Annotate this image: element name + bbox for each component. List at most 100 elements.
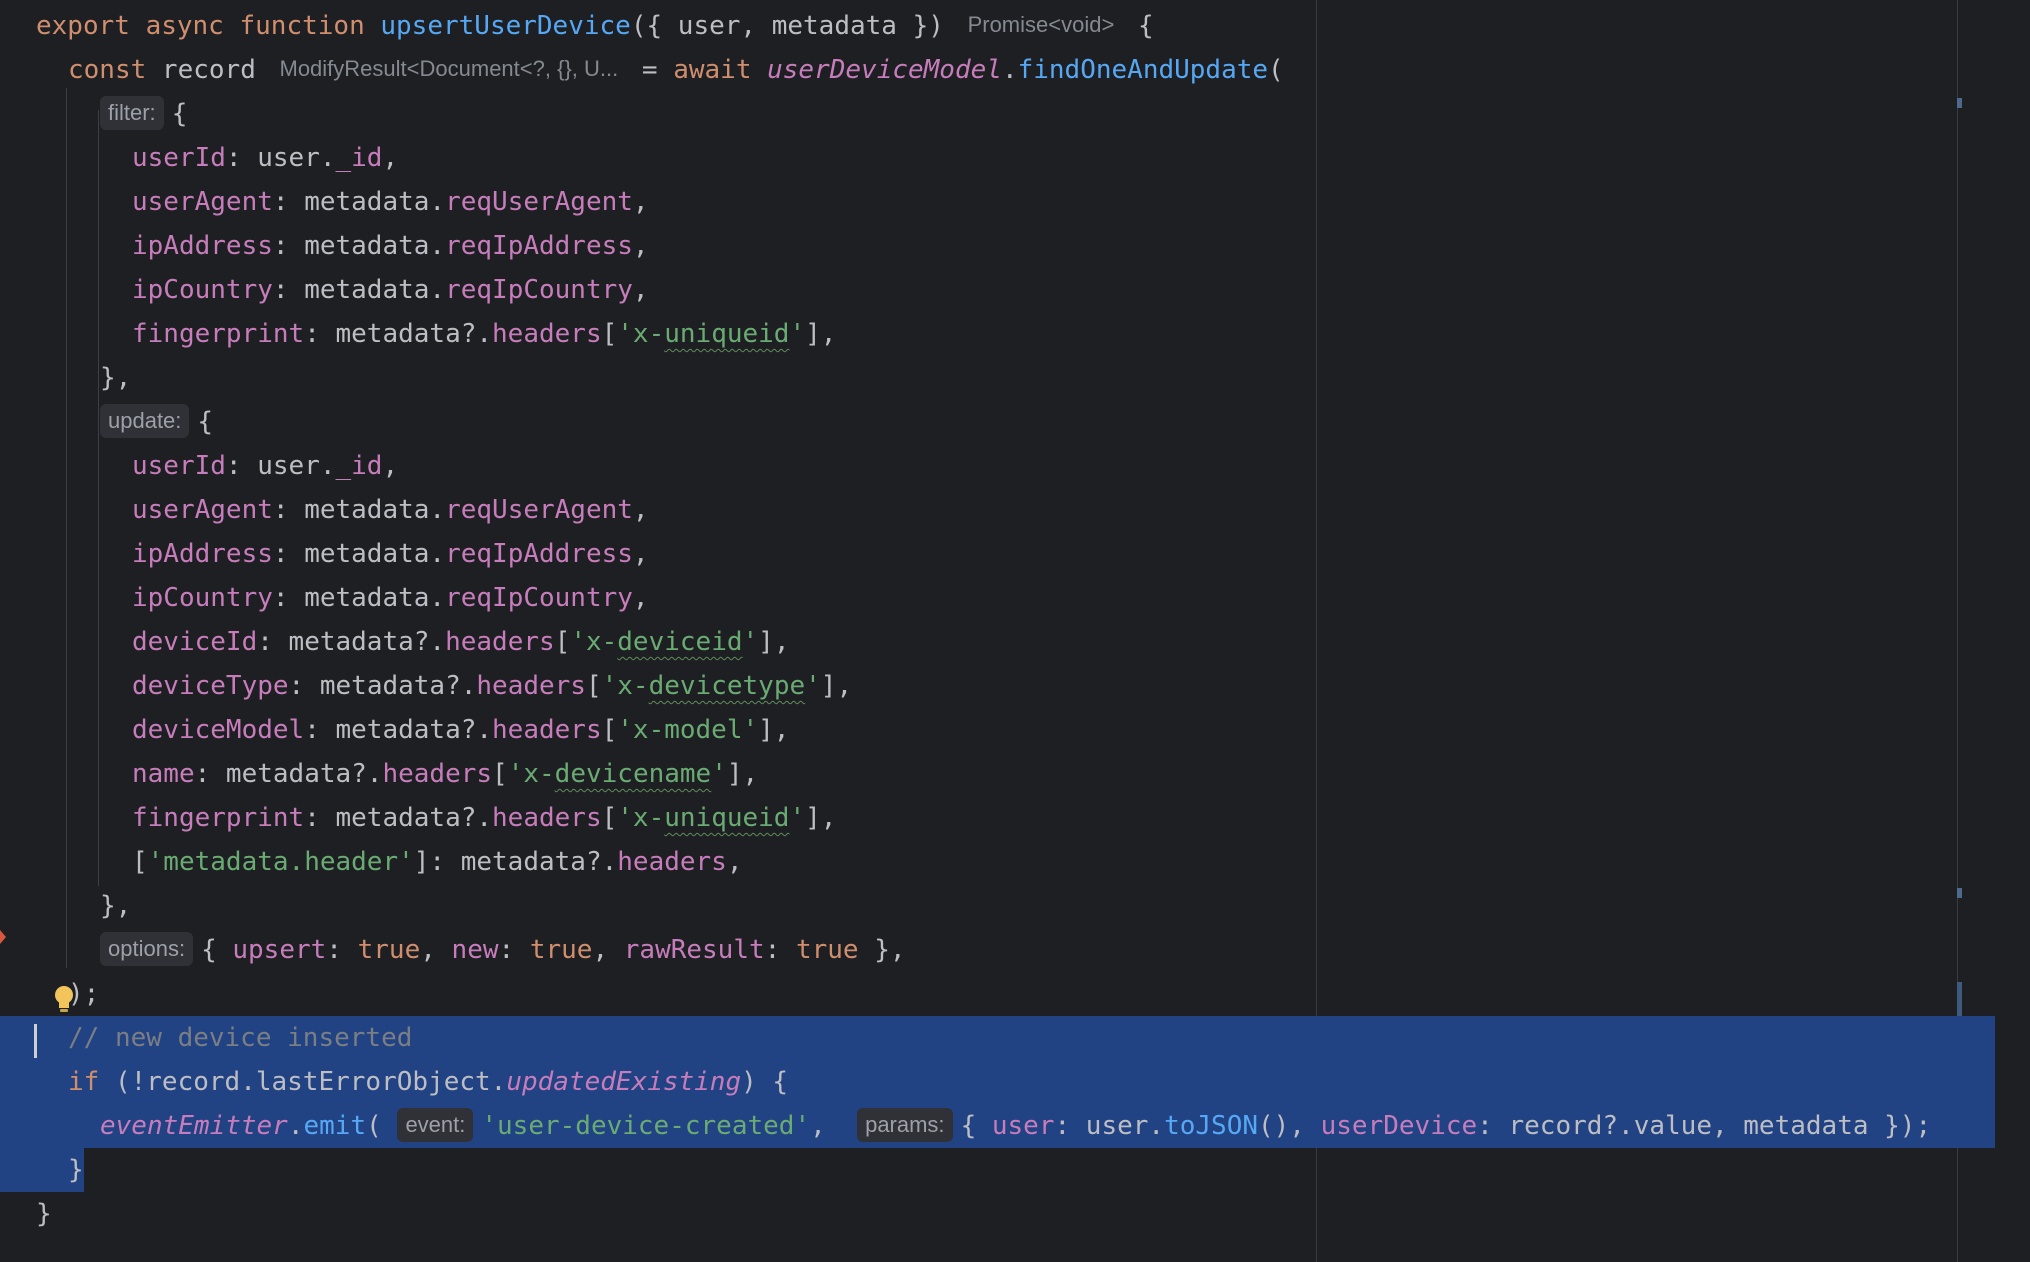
property-token: _id <box>335 143 383 173</box>
code-line[interactable]: userId: user._id, <box>0 136 1995 180</box>
code-line-content: update:{ <box>100 400 213 444</box>
code-token: = <box>626 55 674 85</box>
code-token: }, <box>858 935 906 965</box>
code-line[interactable]: userAgent: metadata.reqUserAgent, <box>0 180 1995 224</box>
code-token: [ <box>492 759 508 789</box>
property-token: user <box>991 1111 1055 1141</box>
code-line[interactable]: } <box>0 1148 84 1192</box>
code-line-content: }, <box>100 356 131 400</box>
property-token: userAgent <box>132 187 273 217</box>
code-line[interactable]: const record ModifyResult<Document<?, {}… <box>0 48 1995 92</box>
property-token: deviceId <box>132 627 258 657</box>
code-token: , <box>592 935 624 965</box>
code-token: , <box>810 1111 858 1141</box>
code-token: ], <box>805 319 837 349</box>
code-token: , <box>726 847 743 877</box>
keyword-token: true <box>529 935 593 965</box>
code-line[interactable]: userId: user._id, <box>0 444 1995 488</box>
code-token: ], <box>758 627 790 657</box>
code-line[interactable]: ipCountry: metadata.reqIpCountry, <box>0 576 1995 620</box>
code-line[interactable]: ipAddress: metadata.reqIpAddress, <box>0 224 1995 268</box>
code-line[interactable]: ); <box>0 972 1995 1016</box>
comment-token: // new device inserted <box>68 1023 413 1053</box>
code-token: : metadata?. <box>304 715 493 745</box>
code-token: , <box>420 935 452 965</box>
code-line[interactable]: ipCountry: metadata.reqIpCountry, <box>0 268 1995 312</box>
code-line[interactable]: filter:{ <box>0 92 1995 136</box>
code-token: : metadata. <box>272 275 446 305</box>
keyword-token: if <box>68 1067 115 1097</box>
code-line-content: userId: user._id, <box>132 444 398 488</box>
property-token: ipCountry <box>132 583 273 613</box>
code-token: , <box>632 187 649 217</box>
property-token: updatedExisting <box>506 1067 742 1097</box>
string-token: 'x- <box>617 319 665 349</box>
function-token: toJSON <box>1164 1111 1258 1141</box>
code-line[interactable]: if (!record.lastErrorObject.updatedExist… <box>0 1060 1995 1104</box>
code-line[interactable]: deviceType: metadata?.headers['x-devicet… <box>0 664 1995 708</box>
string-token: 'x- <box>570 627 618 657</box>
code-line[interactable]: eventEmitter.emit( event:'user-device-cr… <box>0 1104 1995 1148</box>
property-token: userDevice <box>1320 1111 1478 1141</box>
string-token: 'x- <box>617 803 665 833</box>
code-token: , <box>382 143 399 173</box>
code-line[interactable]: // new device inserted <box>0 1016 1995 1060</box>
string-token: 'x- <box>601 671 649 701</box>
code-token: ], <box>805 803 837 833</box>
code-token: [ <box>585 671 602 701</box>
code-token: : metadata. <box>272 495 446 525</box>
code-token: ]: metadata?. <box>413 847 618 877</box>
code-line[interactable]: fingerprint: metadata?.headers['x-unique… <box>0 796 1995 840</box>
code-line[interactable]: }, <box>0 884 1995 928</box>
code-token: ( <box>1268 55 1284 85</box>
code-line[interactable]: update:{ <box>0 400 1995 444</box>
property-token: reqIpCountry <box>445 275 633 305</box>
property-token: deviceType <box>132 671 289 701</box>
code-editor[interactable]: export async function upsertUserDevice({… <box>0 0 2030 1262</box>
code-token: (), <box>1258 1111 1321 1141</box>
code-token: { <box>960 1111 992 1141</box>
property-token: reqUserAgent <box>445 187 633 217</box>
property-token: userId <box>132 451 226 481</box>
code-token: : metadata?. <box>194 759 383 789</box>
code-line[interactable]: options:{ upsert: true, new: true, rawRe… <box>0 928 1995 972</box>
code-line[interactable]: ['metadata.header']: metadata?.headers, <box>0 840 1995 884</box>
property-token: reqIpAddress <box>445 539 633 569</box>
property-token: name <box>132 759 195 789</box>
property-token: headers <box>492 319 602 349</box>
property-token: reqIpCountry <box>445 583 633 613</box>
code-token: ({ user, metadata }) <box>630 11 960 41</box>
string-token: ' <box>805 671 821 701</box>
code-line-content: ipCountry: metadata.reqIpCountry, <box>132 576 649 620</box>
code-token: : metadata. <box>272 231 446 261</box>
property-token: ipCountry <box>132 275 273 305</box>
code-line[interactable]: ipAddress: metadata.reqIpAddress, <box>0 532 1995 576</box>
code-token: . <box>287 1111 304 1141</box>
code-line[interactable]: } <box>0 1192 1995 1236</box>
code-token: ) { <box>741 1067 789 1097</box>
code-token: : metadata?. <box>304 803 493 833</box>
code-token: [ <box>554 627 571 657</box>
parameter-hint: update: <box>100 404 190 438</box>
code-line[interactable]: }, <box>0 356 1995 400</box>
property-token: new <box>451 935 499 965</box>
code-line[interactable]: name: metadata?.headers['x-devicename'], <box>0 752 1995 796</box>
code-token: { <box>197 407 214 437</box>
keyword-token: const <box>68 55 162 85</box>
code-line[interactable]: deviceId: metadata?.headers['x-deviceid'… <box>0 620 1995 664</box>
string-token: ' <box>789 319 806 349</box>
code-line-content: const record ModifyResult<Document<?, {}… <box>68 48 1284 92</box>
code-token: : user. <box>225 451 336 481</box>
code-line-content: deviceId: metadata?.headers['x-deviceid'… <box>132 620 789 664</box>
code-line[interactable]: fingerprint: metadata?.headers['x-unique… <box>0 312 1995 356</box>
property-token: headers <box>445 627 555 657</box>
code-token: , <box>632 495 649 525</box>
code-token: ], <box>820 671 853 701</box>
code-line[interactable]: export async function upsertUserDevice({… <box>0 4 1995 48</box>
property-token: headers <box>492 715 602 745</box>
lightbulb-icon[interactable] <box>52 984 76 1016</box>
code-line[interactable]: userAgent: metadata.reqUserAgent, <box>0 488 1995 532</box>
string-token: 'x- <box>507 759 555 789</box>
code-line[interactable]: deviceModel: metadata?.headers['x-model'… <box>0 708 1995 752</box>
code-token: ( <box>366 1111 398 1141</box>
